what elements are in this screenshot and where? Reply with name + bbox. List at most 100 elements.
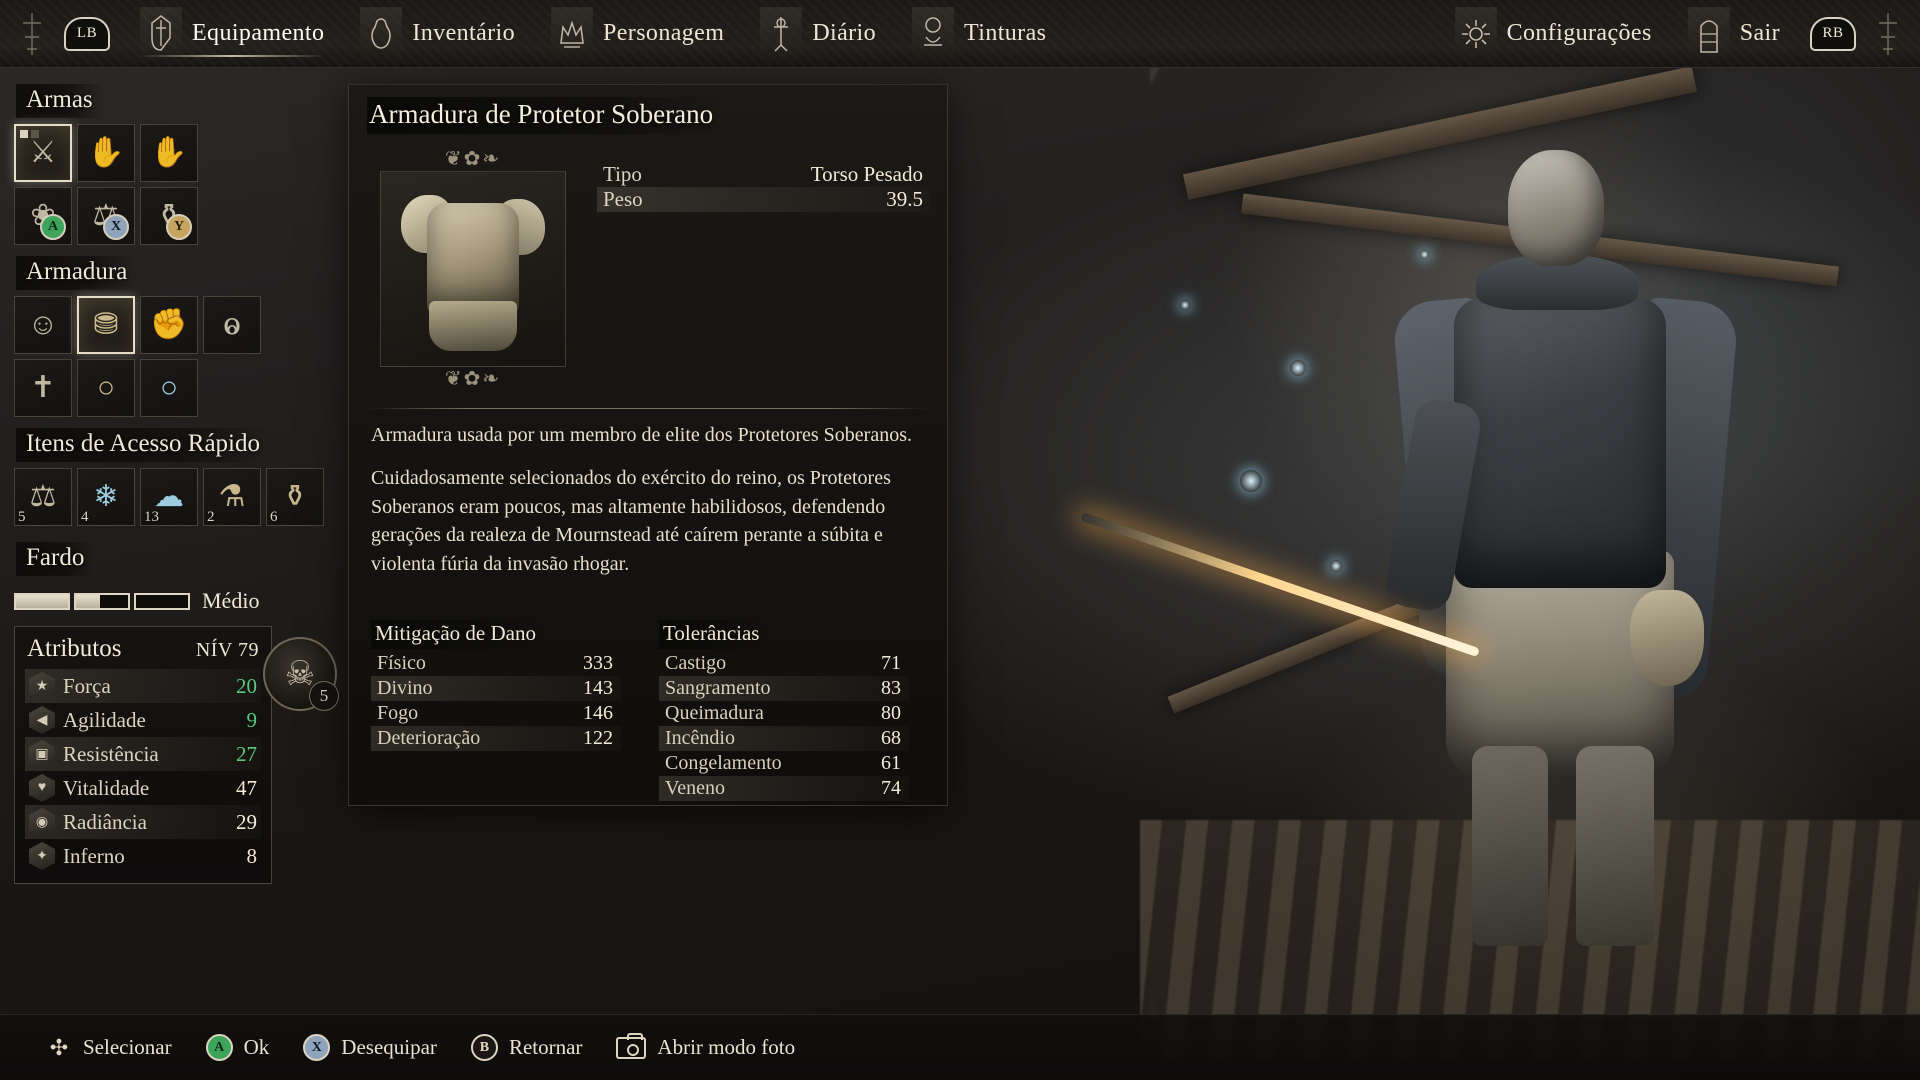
- amulet-slot[interactable]: ✝: [14, 359, 72, 417]
- footer-action-ok[interactable]: A Ok: [205, 1034, 269, 1061]
- quill-icon: [760, 6, 803, 61]
- mitigation-row-fisico: Físico 333: [371, 651, 621, 676]
- footer-action-modo-foto[interactable]: Abrir modo foto: [616, 1032, 796, 1060]
- row-value: 333: [583, 651, 613, 674]
- quick-slot-2[interactable]: ❄ 4: [77, 468, 135, 526]
- mitigation-row-fogo: Fogo 146: [371, 701, 621, 726]
- attribute-row-resistencia[interactable]: ▣ Resistência 27: [25, 737, 261, 771]
- tab-personagem[interactable]: Personagem: [535, 4, 740, 64]
- burden-level-label: Médio: [202, 588, 260, 613]
- ember-particle: [1420, 250, 1429, 259]
- stat-row-peso: Peso 39.5: [597, 187, 929, 212]
- tab-inventario[interactable]: Inventário: [344, 4, 531, 64]
- ember-particle: [1290, 360, 1306, 376]
- tab-label: Personagem: [603, 20, 725, 46]
- item-title: Armadura de Protetor Soberano: [367, 97, 724, 134]
- weapon-row-1: ⚔ ✋ ✋: [14, 124, 344, 182]
- quick-slot-5[interactable]: ⚱ 6: [266, 468, 324, 526]
- row-label: Físico: [377, 651, 426, 674]
- attribute-value: 29: [236, 809, 257, 834]
- attribute-label: Força: [63, 673, 111, 698]
- row-value: 71: [881, 651, 901, 674]
- weapon-slot-primary[interactable]: ⚔: [14, 124, 72, 182]
- row-value: 83: [881, 676, 901, 699]
- item-stats: Tipo Torso Pesado Peso 39.5: [597, 144, 929, 394]
- spell-slot-1[interactable]: ❀ A: [14, 187, 72, 245]
- vitality-icon: ♥: [29, 774, 55, 802]
- attribute-row-vitalidade[interactable]: ♥ Vitalidade 47: [25, 771, 261, 805]
- attribute-value: 47: [236, 775, 257, 800]
- action-label: Selecionar: [83, 1035, 172, 1059]
- item-detail-top: ❦✿❧ ❦✿❧ Tipo Torso Pesado Peso 39.5: [367, 144, 929, 394]
- agility-icon: ◀: [29, 706, 55, 734]
- tab-diario[interactable]: Diário: [744, 4, 892, 64]
- armor-row-1: ☺ ⛃ ✊ ⱺ: [14, 296, 344, 354]
- right-bumper-button[interactable]: RB: [1810, 16, 1856, 51]
- gauntlet-hand-icon: ✋: [150, 136, 188, 169]
- left-ornament-icon: [14, 6, 50, 62]
- attribute-row-inferno[interactable]: ✦ Inferno 8: [25, 839, 261, 873]
- weapon-slot-offhand[interactable]: ✋: [140, 124, 198, 182]
- burden-meter: [14, 592, 190, 610]
- armor-slot-arms[interactable]: ✊: [140, 296, 198, 354]
- attribute-row-forca[interactable]: ★ Força 20: [25, 669, 261, 703]
- stat-value: 39.5: [886, 187, 923, 211]
- vapor-cloud-icon: ☁: [154, 480, 184, 513]
- tab-label: Diário: [812, 20, 877, 46]
- frost-stone-icon: ❄: [93, 480, 119, 513]
- attributes-panel: Atributos NÍV 79 ★ Força 20 ◀ Agilidade …: [14, 626, 339, 884]
- weapon-slot-offhand-empty[interactable]: ✋: [77, 124, 135, 182]
- armor-row-2: ✝ ○ ○: [14, 359, 344, 417]
- row-label: Congelamento: [665, 751, 782, 774]
- attribute-row-agilidade[interactable]: ◀ Agilidade 9: [25, 703, 261, 737]
- gauntlet-icon: ✊: [150, 308, 188, 341]
- tolerance-row-incendio: Incêndio 68: [659, 725, 909, 751]
- attribute-row-radiancia[interactable]: ◉ Radiância 29: [25, 805, 261, 839]
- row-value: 68: [881, 726, 901, 749]
- endurance-icon: ▣: [29, 740, 55, 768]
- tab-label: Inventário: [412, 20, 515, 46]
- sword-icon: ⚔: [29, 136, 57, 169]
- attribute-label: Inferno: [63, 843, 125, 868]
- tab-tinturas[interactable]: Tinturas: [896, 4, 1062, 64]
- tolerance-row-queimadura: Queimadura 80: [659, 701, 909, 726]
- footer-action-desequipar[interactable]: X Desequipar: [303, 1034, 437, 1061]
- quick-slot-3[interactable]: ☁ 13: [140, 468, 198, 526]
- spell-slot-3[interactable]: ⚱ Y: [140, 187, 198, 245]
- tab-sair[interactable]: Sair: [1672, 4, 1796, 64]
- tolerance-row-sangramento: Sangramento 83: [659, 675, 909, 701]
- row-label: Veneno: [665, 776, 725, 799]
- tolerances-title: Tolerâncias: [659, 619, 768, 649]
- armor-slot-head[interactable]: ☺: [14, 296, 72, 354]
- dpad-icon: ✣: [49, 1034, 69, 1060]
- tab-configuracoes[interactable]: Configurações: [1439, 4, 1668, 64]
- stat-label: Peso: [603, 187, 643, 211]
- description-paragraph-1: Armadura usada por um membro de elite do…: [371, 424, 912, 446]
- stat-row-tipo: Tipo Torso Pesado: [597, 162, 929, 187]
- ember-particle: [1180, 300, 1190, 310]
- ring-slot-2[interactable]: ○: [140, 359, 198, 417]
- action-label: Abrir modo foto: [657, 1035, 796, 1059]
- spell-slot-2[interactable]: ⚖ X: [77, 187, 135, 245]
- armor-artwork: [399, 185, 547, 353]
- tab-equipamento[interactable]: Equipamento: [124, 4, 340, 64]
- sword-shield-icon: [140, 6, 182, 61]
- footer-action-retornar[interactable]: B Retornar: [470, 1034, 582, 1061]
- tab-label: Configurações: [1506, 20, 1652, 46]
- character-model: [1079, 150, 1800, 946]
- row-value: 143: [583, 676, 613, 699]
- ornament-top-icon: ❦✿❧: [444, 148, 502, 170]
- armor-slot-legs[interactable]: ⱺ: [203, 296, 261, 354]
- left-bumper-button[interactable]: LB: [64, 16, 110, 51]
- attributes-title: Atributos: [27, 635, 122, 662]
- item-quantity: 4: [81, 509, 89, 525]
- controls-footer: ✣ Selecionar A Ok X Desequipar B Retorna…: [0, 1014, 1920, 1080]
- footer-action-selecionar[interactable]: ✣ Selecionar: [46, 1035, 172, 1061]
- quick-slot-1[interactable]: ⚖ 5: [14, 468, 72, 526]
- armor-slot-torso[interactable]: ⛃: [77, 296, 135, 354]
- row-value: 122: [583, 726, 613, 749]
- row-value: 74: [881, 776, 901, 799]
- quick-slot-4[interactable]: ⚗ 2: [203, 468, 261, 526]
- door-icon: [1687, 6, 1730, 61]
- ring-slot-1[interactable]: ○: [77, 359, 135, 417]
